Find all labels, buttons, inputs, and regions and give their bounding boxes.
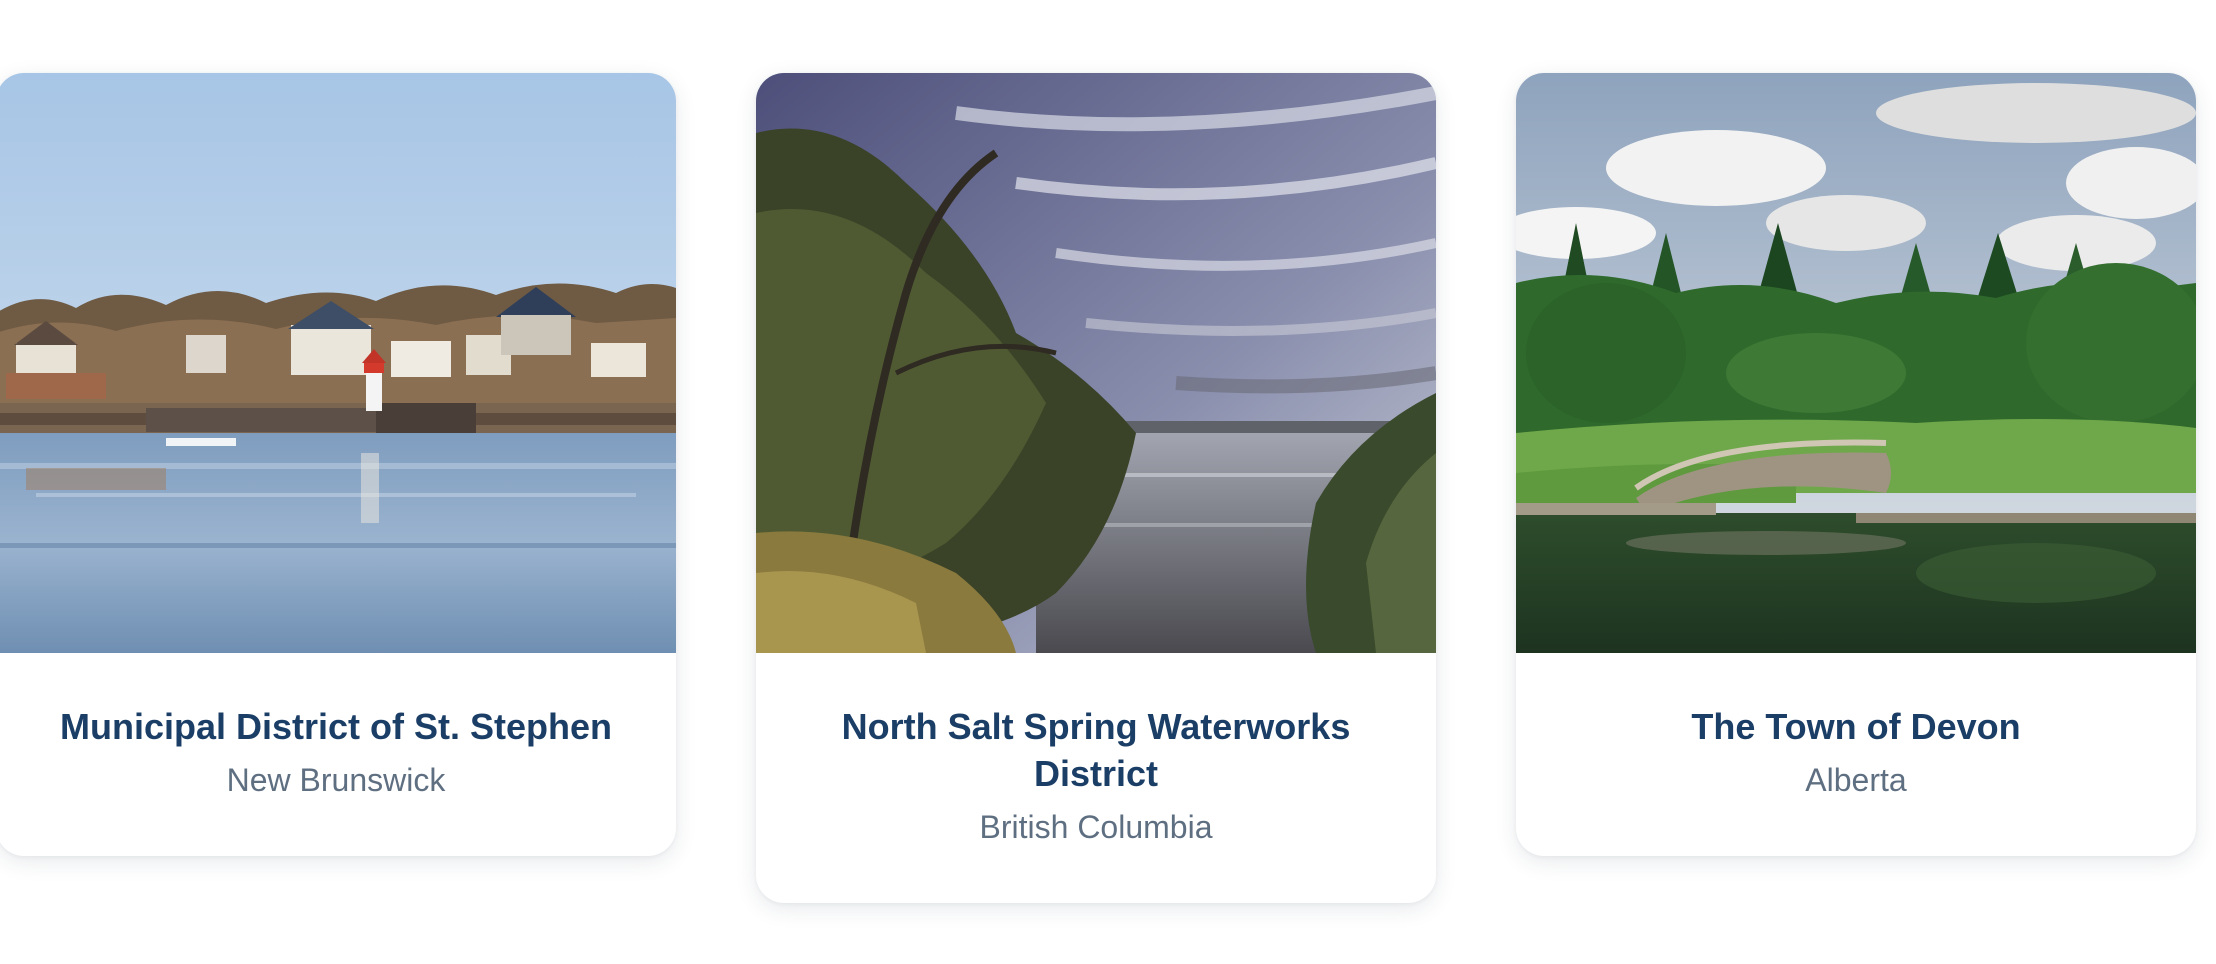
card-caption: Municipal District of St. Stephen New Br… bbox=[0, 653, 676, 856]
lake-trees-photo bbox=[756, 73, 1436, 653]
card-subtitle: New Brunswick bbox=[226, 762, 446, 798]
community-card-devon[interactable]: The Town of Devon Alberta bbox=[1516, 73, 2196, 856]
card-subtitle: British Columbia bbox=[979, 809, 1213, 845]
card-subtitle: Alberta bbox=[1805, 762, 1907, 798]
card-title[interactable]: North Salt Spring Waterworks District bbox=[786, 703, 1406, 797]
card-caption: The Town of Devon Alberta bbox=[1516, 653, 2196, 856]
card-title[interactable]: The Town of Devon bbox=[1546, 703, 2166, 750]
community-card-st-stephen[interactable]: Municipal District of St. Stephen New Br… bbox=[0, 73, 676, 856]
card-title[interactable]: Municipal District of St. Stephen bbox=[26, 703, 646, 750]
community-cards-row: Municipal District of St. Stephen New Br… bbox=[0, 0, 2216, 964]
harbour-lighthouse-photo bbox=[0, 73, 676, 653]
community-card-north-salt-spring[interactable]: North Salt Spring Waterworks District Br… bbox=[756, 73, 1436, 903]
card-caption: North Salt Spring Waterworks District Br… bbox=[756, 653, 1436, 903]
park-bridge-pond-photo bbox=[1516, 73, 2196, 653]
